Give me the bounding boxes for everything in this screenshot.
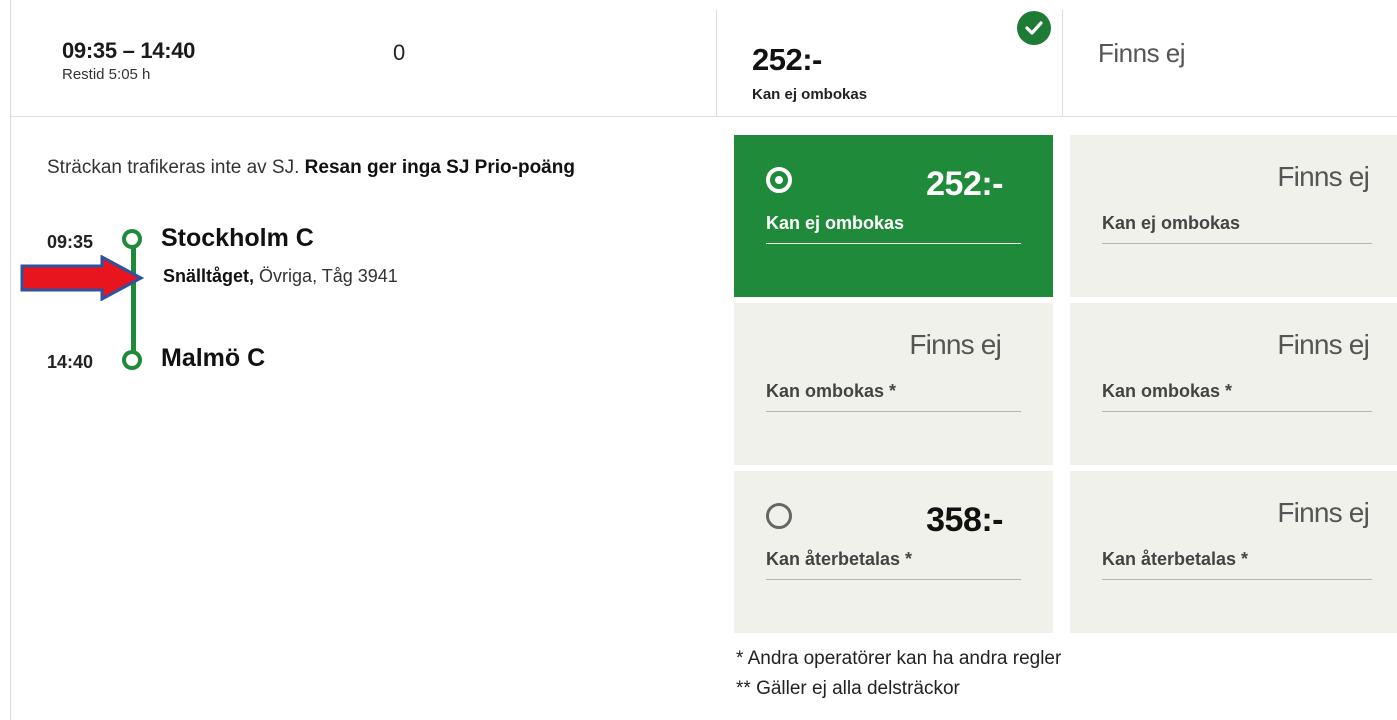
fare-card-refund-second[interactable]: 358:- Kan återbetalas * <box>734 471 1053 633</box>
fare-unavailable: Finns ej <box>1277 497 1369 528</box>
fare-divider <box>766 411 1021 412</box>
operator-info-text: Sträckan trafikeras inte av SJ. <box>47 157 305 178</box>
fare-divider <box>1102 411 1372 412</box>
fare-condition: Kan återbetalas * <box>766 549 913 569</box>
fare-card-noflex-first: Finns ej Kan ej ombokas <box>1070 135 1397 297</box>
radio-selected-icon[interactable] <box>766 167 792 193</box>
fare-unavailable: Finns ej <box>1277 329 1369 360</box>
footnote-operators: * Andra operatörer kan ha andra regler <box>736 648 1062 669</box>
fare-divider <box>766 243 1021 244</box>
departure-station: Stockholm C <box>161 224 314 252</box>
arrival-dot-icon <box>122 350 142 370</box>
fare-condition: Kan ombokas * <box>1102 381 1233 401</box>
fare-condition: Kan ej ombokas <box>766 213 905 233</box>
top-row-divider-1 <box>716 10 717 116</box>
fare-divider <box>1102 579 1372 580</box>
train-number: Övriga, Tåg 3941 <box>259 266 398 286</box>
fare-unavailable: Finns ej <box>909 329 1001 360</box>
top-fare-unavailable: Finns ej <box>1098 38 1186 68</box>
arrow-annotation-icon <box>20 255 144 301</box>
journey-times: 09:35 – 14:40 <box>62 38 196 63</box>
train-details: Snälltåget, Övriga, Tåg 3941 <box>163 266 398 287</box>
changes-count: 0 <box>393 40 406 65</box>
departure-time: 09:35 <box>47 232 94 252</box>
operator-name: Snälltåget, <box>163 266 255 286</box>
arrival-station: Malmö C <box>161 344 266 372</box>
top-row-divider-2 <box>1062 10 1063 116</box>
left-border <box>10 0 11 720</box>
fare-card-refund-first: Finns ej Kan återbetalas * <box>1070 471 1397 633</box>
fare-divider <box>766 579 1021 580</box>
arrival-time: 14:40 <box>47 352 94 372</box>
fare-price: 358:- <box>926 501 1003 539</box>
fare-card-rebook-first: Finns ej Kan ombokas * <box>1070 303 1397 465</box>
fare-condition: Kan ej ombokas <box>1102 213 1241 233</box>
departure-dot-icon <box>122 229 142 249</box>
check-icon <box>1017 11 1051 45</box>
fare-card-noflex-second[interactable]: 252:- Kan ej ombokas <box>734 135 1053 297</box>
operator-info: Sträckan trafikeras inte av SJ. Resan ge… <box>47 157 575 179</box>
top-fare-condition: Kan ej ombokas <box>752 86 868 103</box>
fare-price: 252:- <box>926 165 1003 203</box>
top-fare-price[interactable]: 252:- <box>752 42 822 78</box>
radio-unselected-icon[interactable] <box>766 503 792 529</box>
footnote-segments: ** Gäller ej alla delsträckor <box>736 678 960 699</box>
fare-unavailable: Finns ej <box>1277 161 1369 192</box>
fare-condition: Kan ombokas * <box>766 381 897 401</box>
fare-condition: Kan återbetalas * <box>1102 549 1249 569</box>
prio-points-note: Resan ger inga SJ Prio-poäng <box>304 157 575 178</box>
journey-duration: Restid 5:05 h <box>62 66 151 83</box>
top-row-separator <box>10 116 1397 117</box>
fare-divider <box>1102 243 1372 244</box>
fare-card-rebook-second: Finns ej Kan ombokas * <box>734 303 1053 465</box>
